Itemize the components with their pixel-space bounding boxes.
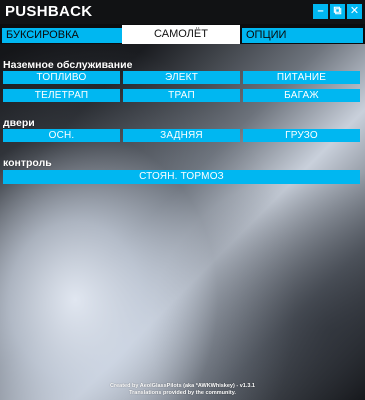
electric-button[interactable]: ЭЛЕКТ [123,71,240,84]
stairs-button[interactable]: ТРАП [123,89,240,102]
tab-towing[interactable]: БУКСИРОВКА [2,28,122,43]
translations-credit: Translations provided by the community. [129,390,236,396]
fuel-button[interactable]: ТОПЛИВО [3,71,120,84]
popout-icon[interactable]: ⧉ [330,4,345,19]
ground-service-heading: Наземное обслуживание [3,59,133,71]
cargo-door-button[interactable]: ГРУЗО [243,129,360,142]
tab-options[interactable]: ОПЦИИ [242,28,363,43]
doors-heading: двери [3,117,35,129]
minimize-icon[interactable]: – [313,4,328,19]
window-title: PUSHBACK [5,3,93,20]
credits-line: Created by AeolGlassPilots (aka *AWKWhis… [110,383,255,389]
main-door-button[interactable]: ОСН. [3,129,120,142]
jetway-button[interactable]: ТЕЛЕТРАП [3,89,120,102]
rear-door-button[interactable]: ЗАДНЯЯ [123,129,240,142]
tab-bar: БУКСИРОВКА САМОЛЁТ ОПЦИИ [0,24,365,44]
baggage-button[interactable]: БАГАЖ [243,89,360,102]
parking-brake-button[interactable]: СТОЯН. ТОРМОЗ [3,170,360,184]
title-bar[interactable]: PUSHBACK – ⧉ ✕ [0,0,365,24]
control-heading: контроль [3,157,52,169]
tab-aircraft[interactable]: САМОЛЁТ [122,25,240,44]
pushback-panel: PUSHBACK – ⧉ ✕ БУКСИРОВКА САМОЛЁТ ОПЦИИ … [0,0,365,400]
close-icon[interactable]: ✕ [347,4,362,19]
power-button[interactable]: ПИТАНИЕ [243,71,360,84]
